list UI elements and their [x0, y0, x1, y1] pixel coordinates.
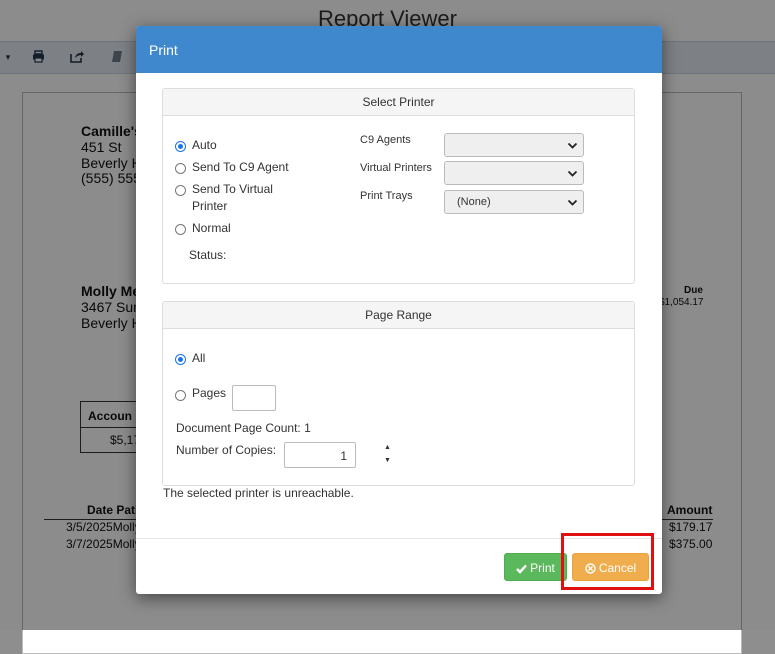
- c9-agents-select[interactable]: [444, 133, 584, 157]
- print-trays-label: Print Trays: [360, 190, 413, 202]
- dialog-title: Print: [149, 42, 178, 58]
- copies-label: Number of Copies:: [176, 443, 277, 457]
- check-icon: [516, 564, 528, 574]
- radio-send-to-c9-agent-label: Send To C9 Agent: [192, 160, 289, 174]
- copies-stepper[interactable]: ▲ ▼: [380, 441, 395, 467]
- page-range-panel: Page Range All Pages Document Page Count…: [162, 301, 635, 486]
- radio-send-to-virtual-printer[interactable]: [175, 185, 186, 196]
- radio-auto-label: Auto: [192, 138, 217, 152]
- chevron-down-icon: [567, 170, 578, 177]
- print-button[interactable]: Print: [504, 553, 567, 581]
- radio-send-to-virtual-label: Send To Virtual: [192, 182, 273, 196]
- chevron-down-icon: [567, 199, 578, 206]
- virtual-printers-select[interactable]: [444, 161, 584, 185]
- print-trays-select[interactable]: (None): [444, 190, 584, 214]
- copies-input[interactable]: 1: [284, 442, 356, 468]
- chevron-down-icon[interactable]: ▼: [380, 454, 395, 467]
- pages-input[interactable]: [232, 385, 276, 411]
- document-page-count: Document Page Count: 1: [176, 421, 311, 435]
- select-printer-panel: Select Printer Auto Send To C9 Agent Sen…: [162, 88, 635, 284]
- cancel-highlight-box: [561, 533, 654, 590]
- print-dialog: Print Select Printer Auto Send To C9 Age…: [136, 26, 662, 594]
- virtual-printers-label: Virtual Printers: [360, 162, 432, 174]
- print-button-label: Print: [530, 561, 555, 575]
- radio-all-pages[interactable]: [175, 354, 186, 365]
- printer-status-message: The selected printer is unreachable.: [163, 486, 354, 500]
- radio-normal-label: Normal: [192, 221, 231, 235]
- status-label: Status:: [189, 248, 227, 262]
- copies-value: 1: [340, 449, 347, 463]
- chevron-up-icon[interactable]: ▲: [380, 441, 395, 454]
- radio-normal[interactable]: [175, 224, 186, 235]
- c9-agents-label: C9 Agents: [360, 134, 411, 146]
- print-trays-value: (None): [457, 196, 491, 208]
- radio-send-to-c9-agent[interactable]: [175, 163, 186, 174]
- page-range-heading: Page Range: [163, 302, 634, 329]
- radio-pages[interactable]: [175, 390, 186, 401]
- dialog-header: Print: [136, 26, 662, 73]
- radio-pages-label: Pages: [192, 386, 227, 400]
- chevron-down-icon: [567, 142, 578, 149]
- select-printer-heading: Select Printer: [163, 89, 634, 116]
- radio-auto[interactable]: [175, 141, 186, 152]
- radio-all-label: All: [192, 351, 206, 365]
- radio-send-to-virtual-label-line2: Printer: [192, 199, 228, 213]
